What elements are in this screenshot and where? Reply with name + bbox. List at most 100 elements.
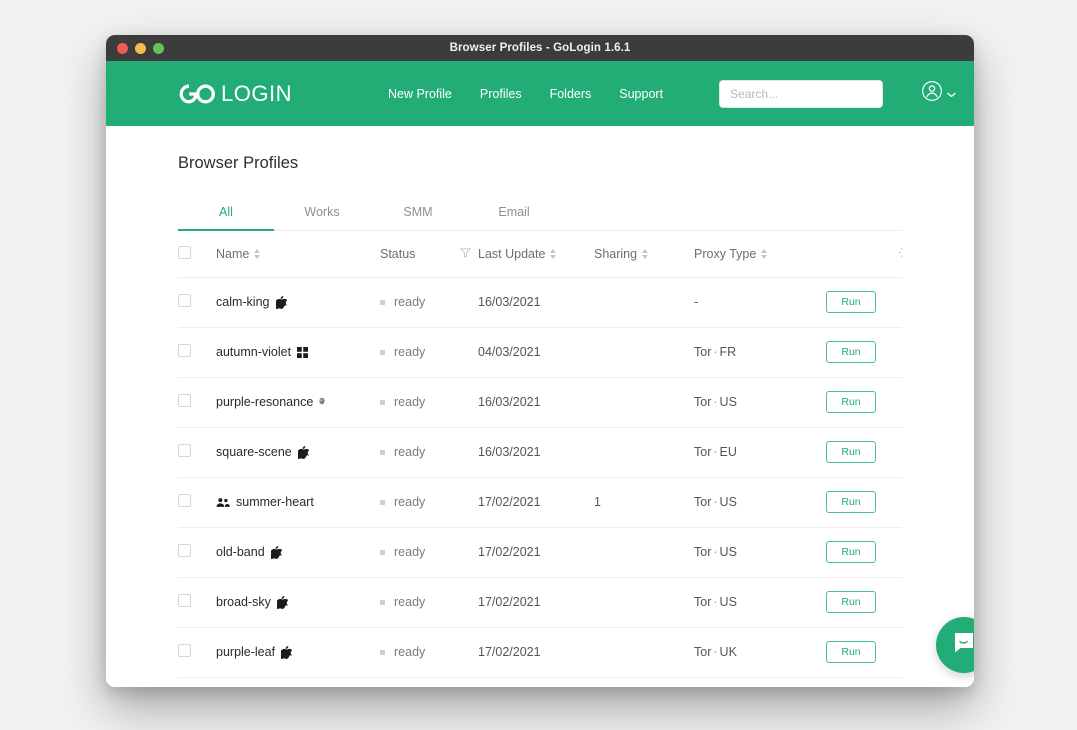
status-dot-icon — [380, 499, 385, 505]
maximize-button[interactable] — [153, 42, 164, 54]
proxy-separator: · — [713, 395, 718, 409]
sort-icon[interactable] — [642, 248, 649, 259]
row-select-cell — [178, 377, 216, 428]
run-button[interactable]: Run — [826, 641, 876, 663]
row-last-update: 16/03/2021 — [478, 377, 594, 428]
status-dot-icon — [380, 549, 385, 555]
gear-icon[interactable] — [898, 247, 902, 263]
row-run-cell: Run — [826, 427, 898, 478]
header-last-update[interactable]: Last Update — [478, 231, 594, 278]
tab-smm[interactable]: SMM — [370, 199, 466, 230]
tab-email[interactable]: Email — [466, 199, 562, 230]
table-row[interactable]: old-band ready 17/02/2021 Tor · US Run — [178, 527, 902, 578]
row-more-menu-icon[interactable] — [898, 594, 902, 615]
profiles-table-wrapper: Name Status Last Update Sharing Proxy Ty… — [178, 231, 902, 678]
row-more-menu-icon[interactable] — [898, 544, 902, 565]
header-sharing-label: Sharing — [594, 246, 638, 261]
run-button[interactable]: Run — [826, 491, 876, 513]
filter-icon[interactable] — [460, 247, 472, 261]
status-text: ready — [394, 495, 426, 509]
row-name-cell: old-band — [216, 527, 362, 578]
header-last-update-label: Last Update — [478, 246, 546, 261]
row-menu-cell — [898, 327, 902, 378]
run-button[interactable]: Run — [826, 291, 876, 313]
header-name[interactable]: Name — [216, 231, 362, 278]
apple-icon — [276, 595, 288, 609]
status-text: ready — [394, 445, 426, 459]
row-more-menu-icon[interactable] — [898, 644, 902, 665]
proxy-type-value: Tor — [694, 595, 712, 609]
row-status-cell: ready — [362, 277, 478, 328]
row-select-cell — [178, 577, 216, 628]
row-last-update: 17/02/2021 — [478, 477, 594, 528]
proxy-type-value: Tor — [694, 445, 712, 459]
apple-icon — [270, 545, 282, 559]
table-row[interactable]: summer-heart ready 17/02/2021 1 Tor · US Run — [178, 477, 902, 528]
nav-profiles[interactable]: Profiles — [480, 87, 522, 101]
brand-logo[interactable]: LOGIN — [178, 81, 292, 107]
chat-launcher-button[interactable] — [936, 617, 974, 673]
proxy-separator: · — [713, 445, 718, 459]
row-proxy: Tor · US — [694, 477, 826, 528]
row-checkbox[interactable] — [178, 394, 191, 407]
status-text: ready — [394, 595, 426, 609]
run-button[interactable]: Run — [826, 391, 876, 413]
row-more-menu-icon[interactable] — [898, 494, 902, 515]
run-button[interactable]: Run — [826, 591, 876, 613]
row-last-update: 17/02/2021 — [478, 527, 594, 578]
profile-tabs: All Works SMM Email — [178, 199, 902, 231]
proxy-type-value: - — [694, 295, 699, 309]
table-row[interactable]: calm-king ready 16/03/2021 - Run — [178, 277, 902, 328]
header-status[interactable]: Status — [362, 231, 478, 278]
header-sharing[interactable]: Sharing — [594, 231, 694, 278]
nav-support[interactable]: Support — [619, 87, 663, 101]
table-row[interactable]: purple-resonance ready 16/03/2021 Tor · US Run — [178, 377, 902, 428]
row-checkbox[interactable] — [178, 444, 191, 457]
run-button[interactable]: Run — [826, 441, 876, 463]
table-row[interactable]: autumn-violet ready 04/03/2021 Tor · FR Run — [178, 327, 902, 378]
row-menu-cell — [898, 277, 902, 328]
row-proxy: Tor · US — [694, 527, 826, 578]
row-run-cell: Run — [826, 277, 898, 328]
app-window: Browser Profiles - GoLogin 1.6.1 LOGIN N… — [106, 35, 974, 687]
sort-icon[interactable] — [761, 248, 768, 259]
search-input[interactable] — [730, 86, 873, 101]
status-text: ready — [394, 645, 426, 659]
row-sharing: 1 — [594, 477, 694, 528]
run-button[interactable]: Run — [826, 341, 876, 363]
row-menu-cell — [898, 427, 902, 478]
row-checkbox[interactable] — [178, 544, 191, 557]
row-name-cell: broad-sky — [216, 577, 362, 628]
account-menu[interactable] — [921, 80, 956, 107]
nav-new-profile[interactable]: New Profile — [388, 87, 452, 101]
row-checkbox[interactable] — [178, 294, 191, 307]
table-row[interactable]: purple-leaf ready 17/02/2021 Tor · UK Run — [178, 627, 902, 678]
search-box[interactable] — [719, 79, 884, 108]
header-status-label: Status — [380, 246, 416, 261]
row-status-cell: ready — [362, 627, 478, 678]
row-checkbox[interactable] — [178, 594, 191, 607]
close-button[interactable] — [117, 42, 128, 54]
row-checkbox[interactable] — [178, 644, 191, 657]
header-proxy-type[interactable]: Proxy Type — [694, 231, 826, 278]
run-button[interactable]: Run — [826, 541, 876, 563]
row-more-menu-icon[interactable] — [898, 394, 902, 415]
row-more-menu-icon[interactable] — [898, 444, 902, 465]
sort-icon[interactable] — [254, 248, 261, 259]
row-checkbox[interactable] — [178, 494, 191, 507]
minimize-button[interactable] — [135, 42, 146, 54]
row-checkbox[interactable] — [178, 344, 191, 357]
tab-works[interactable]: Works — [274, 199, 370, 230]
table-row[interactable]: square-scene ready 16/03/2021 Tor · EU Run — [178, 427, 902, 478]
tab-all[interactable]: All — [178, 199, 274, 231]
select-all-checkbox[interactable] — [178, 245, 191, 259]
row-more-menu-icon[interactable] — [898, 294, 902, 315]
table-row[interactable]: broad-sky ready 17/02/2021 Tor · US Run — [178, 577, 902, 628]
row-name-cell: square-scene — [216, 427, 362, 478]
proxy-type-value: Tor — [694, 645, 712, 659]
status-dot-icon — [380, 449, 385, 455]
row-more-menu-icon[interactable] — [898, 344, 902, 365]
nav-folders[interactable]: Folders — [550, 87, 592, 101]
sort-icon[interactable] — [550, 248, 557, 259]
user-circle-icon — [921, 80, 943, 107]
